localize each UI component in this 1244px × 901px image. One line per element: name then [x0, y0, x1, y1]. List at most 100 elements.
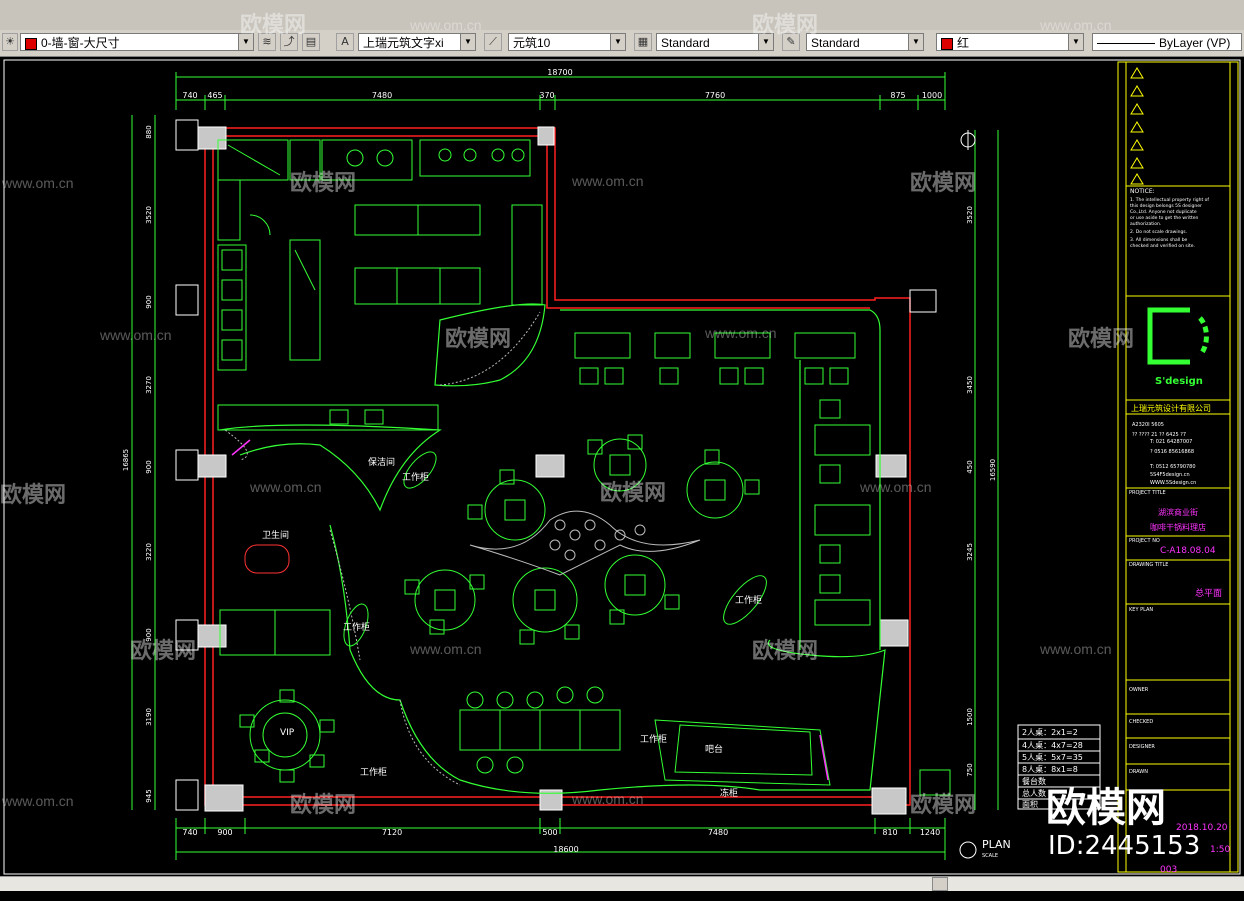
dim-top-5: 7760	[705, 91, 725, 100]
drawing-scale: 1:50	[1210, 845, 1230, 855]
dim-left-4: 3270	[145, 376, 153, 394]
dim-left-2: 3520	[145, 206, 153, 224]
chevron-down-icon[interactable]: ▼	[610, 34, 625, 50]
dim-left-6: 3220	[145, 543, 153, 561]
multileader-style-value: Standard	[811, 36, 860, 50]
table-style-icon[interactable]: ▦	[634, 33, 652, 51]
text-style-icon[interactable]: A	[336, 33, 354, 51]
legend-row-2: 4人桌：4x7=28	[1022, 740, 1083, 750]
dim-bottom-6: 810	[882, 828, 897, 837]
project-no-label: PROJECT NO	[1129, 538, 1160, 544]
layer-state-icon[interactable]: ☀	[2, 33, 18, 51]
layer-dropdown[interactable]: 0-墙-窗-大尺寸 ▼	[20, 33, 254, 51]
contact-7: WWW.5Sdesign.cn	[1150, 480, 1196, 486]
notice-lines: 1. The intellectual property right of th…	[1130, 197, 1209, 249]
bathroom	[219, 544, 331, 656]
central-curves	[469, 510, 701, 576]
dim-right-total: 16590	[989, 459, 997, 481]
dim-top-total: 18700	[547, 68, 572, 77]
contact-1: A2320I 5605	[1132, 422, 1164, 428]
checked-label: CHECKED	[1129, 719, 1153, 725]
legend-row-3: 5人桌：5x7=35	[1022, 752, 1083, 762]
watermark-brand: 欧模网	[752, 639, 819, 664]
dim-top-7: 1000	[922, 91, 942, 100]
chevron-down-icon[interactable]: ▼	[460, 34, 475, 50]
notice-title: NOTICE:	[1130, 188, 1155, 195]
dim-style-value: 元筑10	[513, 36, 551, 50]
dim-bottom-4: 500	[542, 828, 557, 837]
room-label-cabinet-2: 工作柜	[343, 621, 370, 633]
room-label-cabinet-1: 工作柜	[402, 471, 429, 483]
company-name: 上瑞元筑设计有限公司	[1131, 403, 1211, 413]
watermark-site: www.om.cn	[250, 479, 322, 495]
text-style-dropdown[interactable]: 上瑞元筑文字xi ▼	[358, 33, 476, 51]
watermark-site: www.om.cn	[572, 173, 644, 189]
watermark-site: www.om.cn	[2, 793, 74, 809]
color-value: 红	[957, 36, 970, 50]
chevron-down-icon[interactable]: ▼	[908, 34, 923, 50]
room-label-freezer: 冻柜	[720, 787, 738, 799]
linetype-dropdown[interactable]: ByLayer (VP)	[1092, 33, 1242, 51]
project-title-line-2: 咖啡干锅料理店	[1150, 522, 1206, 532]
color-dropdown[interactable]: 红 ▼	[936, 33, 1084, 51]
watermark-brand: 欧模网	[600, 481, 667, 506]
dim-style-icon[interactable]: ⟋	[484, 33, 502, 51]
hatching	[224, 311, 541, 786]
table-style-value: Standard	[661, 36, 710, 50]
dim-bottom-5: 7480	[708, 828, 728, 837]
color-swatch	[941, 37, 953, 50]
dim-top-2: 465	[207, 91, 222, 100]
watermark-site: www.om.cn	[410, 17, 482, 33]
watermark-brand: 欧模网	[445, 327, 512, 352]
layer-dropdown-value: 0-墙-窗-大尺寸	[41, 36, 120, 50]
watermark-site: www.om.cn	[572, 791, 644, 807]
multileader-style-dropdown[interactable]: Standard ▼	[806, 33, 924, 51]
project-title-label: PROJECT TITLE	[1129, 490, 1166, 496]
linetype-line-icon	[1097, 43, 1155, 45]
dim-right-2: 3450	[966, 376, 974, 394]
dim-top-4: 370	[539, 91, 554, 100]
watermark-brand: 欧模网	[910, 171, 977, 196]
sheet-number: 003	[1160, 865, 1177, 875]
dim-text-left: 880 3520 900 3270 900 3220 900 3190 945 …	[122, 125, 153, 802]
legend-row-1: 2人桌：2x1=2	[1022, 727, 1078, 737]
dim-left-8: 3190	[145, 708, 153, 726]
dim-bottom-3: 7120	[382, 828, 402, 837]
dim-left-5: 900	[145, 460, 153, 473]
room-label-cabinet-4: 工作柜	[360, 766, 387, 778]
contact-info: A2320I 5605 ?? ???? 21 ?? 6425 ?7 T: 021…	[1132, 422, 1196, 486]
dim-right-6: 750	[966, 763, 974, 776]
brand-id-text: ID:2445153	[1048, 831, 1201, 861]
contact-6: 5S4F5design.cn	[1150, 472, 1190, 478]
scrollbar-thumb[interactable]	[932, 877, 948, 891]
kitchen-equipment	[217, 139, 543, 431]
sdesign-logo-icon	[1147, 307, 1209, 365]
drawing-title: 总平面	[1195, 587, 1222, 599]
watermark-brand: 欧模网	[290, 171, 357, 196]
chevron-down-icon[interactable]: ▼	[1068, 34, 1083, 50]
watermark-brand: 欧模网	[1068, 327, 1135, 352]
legend-row-6: 总人数	[1022, 788, 1046, 798]
dim-style-dropdown[interactable]: 元筑10 ▼	[508, 33, 626, 51]
dim-left-total: 16865	[122, 449, 130, 471]
contact-5: T: 0512 65790780	[1149, 464, 1196, 470]
watermark-site: www.om.cn	[1040, 17, 1112, 33]
dim-bottom-2: 900	[217, 828, 232, 837]
brand-logo-text: 欧模网	[1046, 785, 1166, 831]
watermark-brand: 欧模网	[290, 793, 357, 818]
dim-bottom-total: 18600	[553, 845, 578, 854]
text-style-value: 上瑞元筑文字xi	[363, 36, 444, 50]
notice-line-8: checked and verified on site.	[1130, 243, 1195, 249]
notice-line-3: Co.,Ltd. Anyone not duplicate	[1130, 209, 1197, 215]
title-block: NOTICE: 1. The intellectual property rig…	[1117, 61, 1239, 875]
dim-right-1: 3520	[966, 206, 974, 224]
watermark-site: www.om.cn	[410, 641, 482, 657]
legend-row-7: 面积	[1022, 799, 1038, 809]
horizontal-scrollbar[interactable]	[0, 876, 1244, 891]
linetype-value: ByLayer (VP)	[1159, 36, 1231, 50]
watermark-brand: 欧模网	[240, 13, 307, 38]
notice-line-5: authorization.	[1130, 221, 1161, 227]
drawing-canvas[interactable]: 18700 740 465 7480 370 7760 875 1000 740…	[0, 13, 1244, 875]
layer-color-swatch	[25, 37, 37, 50]
legend-row-4: 8人桌：8x1=8	[1022, 764, 1078, 774]
